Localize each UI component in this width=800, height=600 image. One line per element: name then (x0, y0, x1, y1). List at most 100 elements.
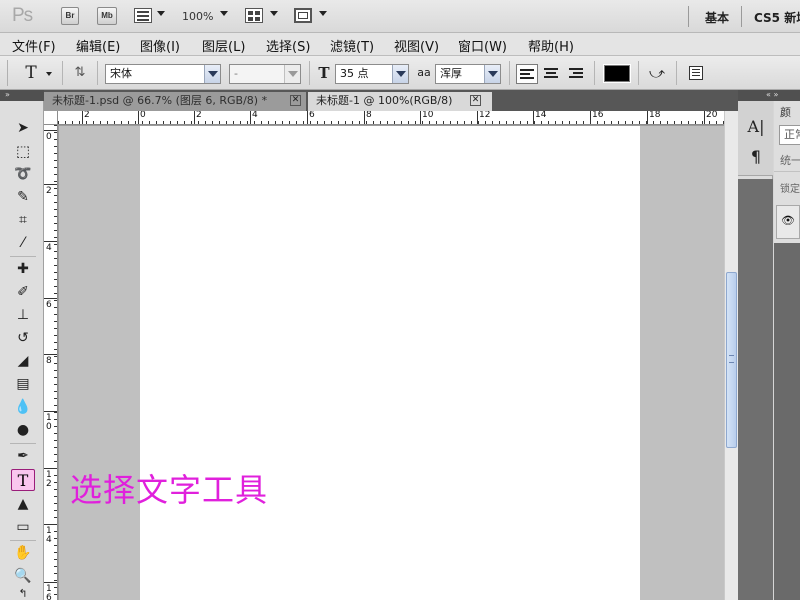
menu-image[interactable]: 图像(I) (140, 36, 180, 55)
quick-selection-tool[interactable]: ✎ (11, 186, 35, 208)
chevron-down-icon[interactable] (46, 72, 52, 76)
ruler-tick (307, 111, 308, 124)
document-canvas[interactable] (140, 126, 640, 600)
menu-edit[interactable]: 编辑(E) (76, 36, 120, 55)
gradient-tool[interactable]: ▤ (11, 373, 35, 395)
screen-mode-button[interactable] (294, 8, 312, 23)
divider (10, 540, 36, 541)
ruler-minor-tick (548, 121, 549, 124)
ruler-minor-tick (54, 440, 57, 441)
ruler-minor-tick (54, 209, 57, 210)
ruler-tick (82, 111, 83, 124)
horizontal-ruler[interactable]: 2 0 2 4 6 8 10 12 14 16 18 20 (58, 111, 724, 125)
eyedropper-tool[interactable]: ⁄ (11, 232, 35, 254)
antialias-icon: aa (417, 66, 431, 79)
hand-tool[interactable]: ✋ (11, 542, 35, 564)
antialias-select[interactable]: 浑厚 (435, 64, 501, 84)
workspace-new-button[interactable]: CS5 新增 (754, 9, 800, 26)
menu-help[interactable]: 帮助(H) (528, 36, 574, 55)
tab-document-2[interactable]: 未标题-1 @ 100%(RGB/8) ✕ (308, 92, 492, 111)
ruler-minor-tick (163, 121, 164, 124)
layer-visibility-icon[interactable]: 👁 (776, 205, 800, 239)
paragraph-panel-icon[interactable]: ¶ (747, 148, 765, 166)
pen-tool[interactable]: ✒ (11, 445, 35, 467)
text-tool[interactable]: T (11, 469, 35, 491)
ruler-minor-tick (54, 454, 57, 455)
ruler-label: 1 4 (46, 526, 52, 545)
dodge-tool[interactable]: ● (11, 419, 35, 441)
healing-brush-tool[interactable]: ✚ (11, 258, 35, 280)
move-tool[interactable]: ➤ (11, 117, 35, 139)
align-center-button[interactable] (541, 64, 563, 84)
ruler-minor-tick (54, 258, 57, 259)
ruler-minor-tick (54, 265, 57, 266)
ruler-minor-tick (338, 121, 339, 124)
chevron-down-icon[interactable] (157, 11, 165, 16)
menu-select[interactable]: 选择(S) (266, 36, 310, 55)
tab-document-1[interactable]: 未标题-1.psd @ 66.7% (图层 6, RGB/8) * ✕ (44, 92, 306, 111)
ruler-minor-tick (79, 121, 80, 124)
menu-file[interactable]: 文件(F) (12, 36, 56, 55)
zoom-tool[interactable]: 🔍 (11, 565, 35, 587)
menu-view[interactable]: 视图(V) (394, 36, 439, 55)
align-left-button[interactable] (516, 64, 538, 84)
ruler-minor-tick (54, 594, 57, 595)
chevron-down-icon[interactable] (220, 11, 228, 16)
arrange-documents-button[interactable] (245, 8, 263, 23)
ruler-minor-tick (149, 121, 150, 124)
font-family-select[interactable]: 宋体 (105, 64, 221, 84)
lasso-tool[interactable]: ➰ (11, 163, 35, 185)
marquee-tool[interactable]: ⬚ (11, 140, 35, 162)
ruler-minor-tick (219, 121, 220, 124)
ruler-minor-tick (198, 121, 199, 124)
ruler-minor-tick (54, 293, 57, 294)
view-extras-button[interactable] (134, 8, 152, 23)
font-style-select[interactable]: - (229, 64, 301, 84)
ruler-origin[interactable] (44, 111, 58, 125)
workspace-basic-button[interactable]: 基本 (705, 9, 729, 26)
brush-tool[interactable]: ✐ (11, 281, 35, 303)
blend-mode-select[interactable]: 正常 (779, 125, 800, 145)
zoom-level-dropdown[interactable]: 100% (182, 10, 213, 23)
clone-stamp-tool[interactable]: ⊥ (11, 304, 35, 326)
menu-window[interactable]: 窗口(W) (458, 36, 507, 55)
arrange-grid-icon (248, 11, 253, 15)
warp-text-icon[interactable]: ⤻ (646, 65, 668, 81)
rectangle-tool[interactable]: ▭ (11, 516, 35, 538)
crop-tool[interactable]: ⌗ (11, 209, 35, 231)
bridge-button[interactable]: Br (61, 7, 79, 25)
font-size-select[interactable]: 35 点 (335, 64, 409, 84)
menu-layer[interactable]: 图层(L) (202, 36, 245, 55)
close-icon[interactable]: ✕ (290, 95, 301, 106)
character-panel-toggle[interactable] (689, 66, 703, 80)
history-brush-tool[interactable]: ↺ (11, 327, 35, 349)
panels-collapse-strip[interactable]: « » (738, 90, 800, 101)
instruction-annotation: 选择文字工具 (70, 471, 269, 509)
ruler-minor-tick (716, 121, 717, 124)
chevron-down-icon[interactable] (270, 11, 278, 16)
ruler-minor-tick (107, 121, 108, 124)
ruler-minor-tick (191, 121, 192, 124)
scrollbar-thumb[interactable] (726, 272, 737, 448)
orientation-toggle-icon[interactable]: ⇅ (70, 65, 90, 81)
text-color-swatch[interactable] (603, 64, 631, 83)
tools-collapse-strip[interactable]: » (0, 90, 44, 101)
blur-tool[interactable]: 💧 (11, 396, 35, 418)
eraser-tool[interactable]: ◢ (11, 350, 35, 372)
swap-colors-icon[interactable]: ↰ (11, 588, 35, 600)
tool-preset-picker[interactable]: T (20, 65, 42, 82)
close-icon[interactable]: ✕ (470, 95, 481, 106)
menu-filter[interactable]: 滤镜(T) (330, 36, 374, 55)
chevron-down-icon[interactable] (319, 11, 327, 16)
path-selection-tool[interactable]: ▲ (11, 493, 35, 515)
mini-bridge-button[interactable]: Mb (97, 7, 117, 25)
ruler-minor-tick (54, 377, 57, 378)
ruler-minor-tick (54, 244, 57, 245)
ruler-minor-tick (387, 121, 388, 124)
vertical-ruler[interactable]: 0 2 4 6 8 1 0 1 2 1 4 1 6 (44, 125, 58, 600)
align-right-button[interactable] (566, 64, 588, 84)
ruler-minor-tick (317, 121, 318, 124)
character-panel-icon[interactable]: A| (747, 118, 765, 136)
vertical-scrollbar[interactable] (724, 111, 738, 600)
ruler-minor-tick (660, 121, 661, 124)
